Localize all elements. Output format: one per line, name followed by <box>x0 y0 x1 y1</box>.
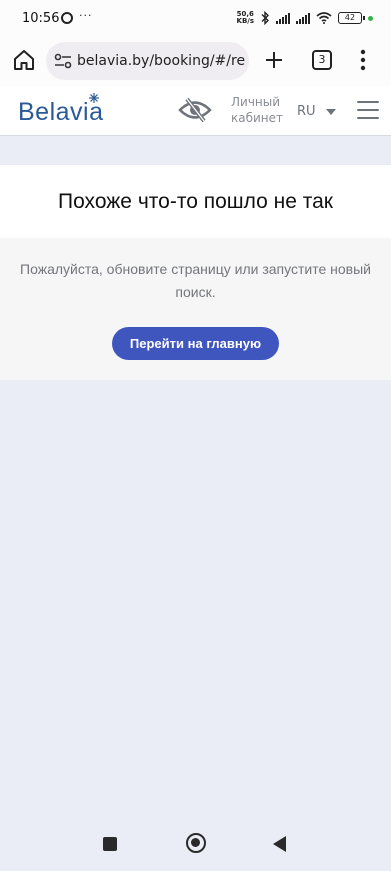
error-card-body: Пожалуйста, обновите страницу или запуст… <box>0 238 391 380</box>
back-icon[interactable] <box>273 836 286 852</box>
personal-account-line2[interactable]: кабинет <box>231 110 283 126</box>
wifi-icon <box>316 12 332 24</box>
site-header: Belavia Личный кабинет RU <box>0 86 391 136</box>
personal-account-link[interactable]: Личный кабинет <box>231 94 283 126</box>
system-nav-bar <box>0 823 391 871</box>
bluetooth-icon <box>261 11 269 25</box>
battery-icon: 42 <box>338 12 365 24</box>
home-icon[interactable] <box>12 48 36 72</box>
network-speed-unit: KB/s <box>236 17 254 25</box>
battery-status-dot <box>368 15 373 21</box>
url-bar[interactable]: belavia.by/booking/#/re <box>46 42 249 80</box>
error-title: Похоже что-то пошло не так <box>58 190 333 213</box>
accessibility-eye-icon[interactable] <box>178 96 212 124</box>
caret-down-icon[interactable] <box>326 109 336 115</box>
tabs-icon[interactable]: 3 <box>312 50 332 70</box>
browser-toolbar: belavia.by/booking/#/re 3 <box>0 36 391 86</box>
language-selector[interactable]: RU <box>297 104 316 119</box>
more-vert-icon[interactable] <box>360 49 366 71</box>
error-message: Пожалуйста, обновите страницу или запуст… <box>20 261 371 300</box>
error-card-header: Похоже что-то пошло не так <box>0 165 391 238</box>
network-speed: 50,6 KB/s <box>237 11 254 25</box>
record-icon <box>61 12 73 24</box>
menu-icon[interactable] <box>357 101 379 119</box>
signal-icon <box>276 12 290 24</box>
logo-star-icon <box>89 93 99 103</box>
url-text[interactable]: belavia.by/booking/#/re <box>77 53 245 69</box>
status-icons: 50,6 KB/s 42 <box>237 10 373 26</box>
status-time: 10:56 <box>22 11 60 26</box>
personal-account-line1[interactable]: Личный <box>231 94 283 110</box>
recents-icon[interactable] <box>103 837 117 851</box>
go-home-button[interactable]: Перейти на главную <box>112 327 279 360</box>
signal-icon <box>296 12 310 24</box>
home-icon[interactable] <box>186 833 206 853</box>
status-bar: 10:56 ··· 50,6 KB/s 42 <box>0 0 391 36</box>
notification-dots: ··· <box>79 9 93 22</box>
plus-icon[interactable] <box>262 48 286 72</box>
site-settings-icon[interactable] <box>54 53 72 69</box>
